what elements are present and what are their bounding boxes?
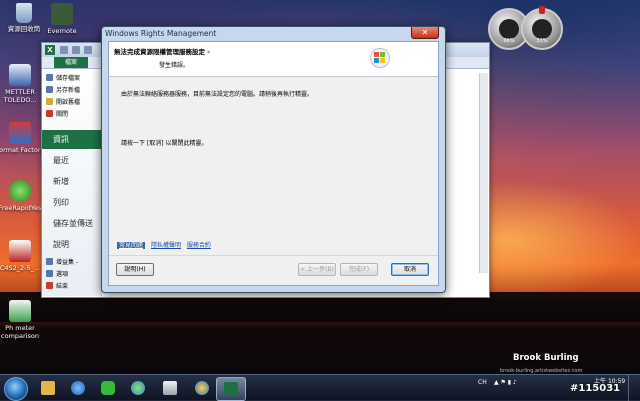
redo-icon[interactable] — [84, 46, 92, 54]
mettler-toledo-icon — [9, 64, 31, 86]
taskbar-explorer[interactable] — [34, 377, 62, 399]
windows-logo-icon — [370, 48, 390, 68]
freerapidyes-icon — [9, 180, 31, 202]
desktop-icon-ph-meter[interactable]: Ph meter comparison — [0, 300, 50, 340]
taskbar-ie[interactable] — [64, 377, 92, 399]
save-as-icon — [46, 86, 53, 93]
backstage-item-save[interactable]: 儲存檔案 — [46, 74, 100, 84]
internet-explorer-icon — [71, 381, 85, 395]
faq-link[interactable]: 常見問題 — [117, 242, 146, 249]
memory-gadget-value: 33% — [536, 38, 548, 44]
calculator-icon — [163, 381, 177, 395]
format-factory-icon — [9, 122, 31, 144]
privacy-link[interactable]: 隱私權聲明 — [151, 242, 181, 249]
dialog-title: Windows Rights Management — [105, 29, 217, 38]
taskbar-line[interactable] — [94, 377, 122, 399]
backstage-item-label: 增益集 - — [56, 259, 79, 266]
excel-logo-icon[interactable]: X — [45, 45, 55, 55]
backstage-item-label: 開啟舊檔 — [56, 99, 81, 106]
save-icon[interactable] — [60, 46, 68, 54]
messenger-icon — [131, 381, 145, 395]
dialog-subheading: 發生錯誤。 — [159, 62, 190, 69]
close-button[interactable]: ✕ — [411, 27, 439, 39]
backstage-item-info[interactable]: 資訊 — [42, 130, 101, 149]
show-desktop-button[interactable] — [628, 375, 640, 401]
backstage-item-close[interactable]: 關閉 — [46, 110, 100, 120]
taskbar-media-player[interactable] — [188, 377, 216, 399]
gauge-dial-icon — [499, 19, 519, 39]
excel-icon — [224, 382, 238, 396]
error-message: 由於無法聯絡服務器服務，目前無法設定您的電腦。請稍後再執行精靈。 — [121, 91, 314, 98]
taskbar-messenger[interactable] — [124, 377, 152, 399]
desktop-file-icon — [9, 240, 31, 262]
exit-icon — [46, 282, 53, 289]
memory-gadget[interactable]: 33% — [521, 6, 563, 50]
start-button[interactable] — [4, 377, 28, 401]
cancel-button[interactable]: 取消 — [391, 263, 429, 276]
taskbar-calculator[interactable] — [156, 377, 184, 399]
taskbar-excel[interactable] — [216, 377, 246, 401]
desktop-icon-label: Evernote — [47, 27, 77, 35]
line-icon — [101, 381, 115, 395]
tray-icons[interactable]: ▲ ⚑ ▮ ♪ — [494, 379, 517, 386]
language-indicator[interactable]: CH — [478, 379, 487, 386]
dialog-heading: 無法完成資源限權管理服務設定 - — [114, 48, 210, 56]
desktop-icon-label: Ph meter comparison — [1, 324, 39, 340]
watermark-name: Brook Burling — [513, 353, 579, 363]
backstage-item-label: 結束 — [56, 283, 69, 290]
backstage-item-label: 另存新檔 — [56, 87, 81, 94]
desktop-icon-evernote[interactable]: Evernote — [32, 3, 92, 35]
backstage-item-save-send[interactable]: 儲存並傳送 — [42, 214, 101, 233]
backstage-item-label: 儲存檔案 — [56, 75, 81, 82]
folder-icon — [41, 381, 55, 395]
backstage-sidebar: 儲存檔案 另存新檔 開啟舊檔 關閉 資訊 最近 新增 列印 儲存並傳送 說明 增… — [42, 69, 102, 296]
backstage-item-label: 關閉 — [56, 111, 69, 118]
evernote-icon — [51, 3, 73, 25]
options-icon — [46, 270, 53, 277]
terms-link[interactable]: 服務合約 — [187, 242, 211, 249]
addins-icon — [46, 258, 53, 265]
ph-meter-icon — [9, 300, 31, 322]
gadget-indicator-icon — [539, 6, 545, 14]
folder-icon — [46, 98, 53, 105]
close-file-icon — [46, 110, 53, 117]
undo-icon[interactable] — [72, 46, 80, 54]
taskbar: CH ▲ ⚑ ▮ ♪ 上午 10:59 — [0, 374, 640, 401]
help-button[interactable]: 說明(H) — [116, 263, 154, 276]
dialog-button-bar: 說明(H) < 上一步(B) 完成(F) 取消 — [109, 255, 438, 286]
finish-button[interactable]: 完成(F) — [340, 263, 378, 276]
backstage-item-open[interactable]: 開啟舊檔 — [46, 98, 100, 108]
backstage-item-label: 選項 — [56, 271, 69, 278]
dialog-header: 無法完成資源限權管理服務設定 - 發生錯誤。 — [109, 42, 438, 77]
backstage-item-help[interactable]: 說明 — [42, 235, 101, 254]
media-player-icon — [195, 381, 209, 395]
rights-management-dialog: Windows Rights Management ✕ 無法完成資源限權管理服務… — [101, 26, 446, 293]
backstage-item-exit[interactable]: 結束 — [46, 282, 100, 292]
backstage-item-recent[interactable]: 最近 — [42, 151, 101, 170]
gauge-dial-icon — [532, 19, 552, 39]
save-icon — [46, 74, 53, 81]
backstage-item-new[interactable]: 新增 — [42, 172, 101, 191]
backstage-item-options[interactable]: 選項 — [46, 270, 100, 280]
back-button[interactable]: < 上一步(B) — [298, 263, 336, 276]
backstage-item-print[interactable]: 列印 — [42, 193, 101, 212]
watermark-code: #115031 — [570, 383, 621, 394]
backstage-item-addins[interactable]: 增益集 - — [46, 258, 100, 268]
backstage-item-save-as[interactable]: 另存新檔 — [46, 86, 100, 96]
recycle-bin-icon — [16, 3, 32, 23]
backstage-scrollbar[interactable] — [479, 73, 488, 273]
instruction-message: 請按一下 [取消] 以關閉此精靈。 — [121, 140, 208, 147]
tab-file[interactable]: 檔案 — [54, 57, 88, 68]
dialog-links: 常見問題 隱私權聲明 服務合約 — [117, 240, 215, 249]
dialog-body: 無法完成資源限權管理服務設定 - 發生錯誤。 由於無法聯絡服務器服務，目前無法設… — [108, 41, 439, 286]
